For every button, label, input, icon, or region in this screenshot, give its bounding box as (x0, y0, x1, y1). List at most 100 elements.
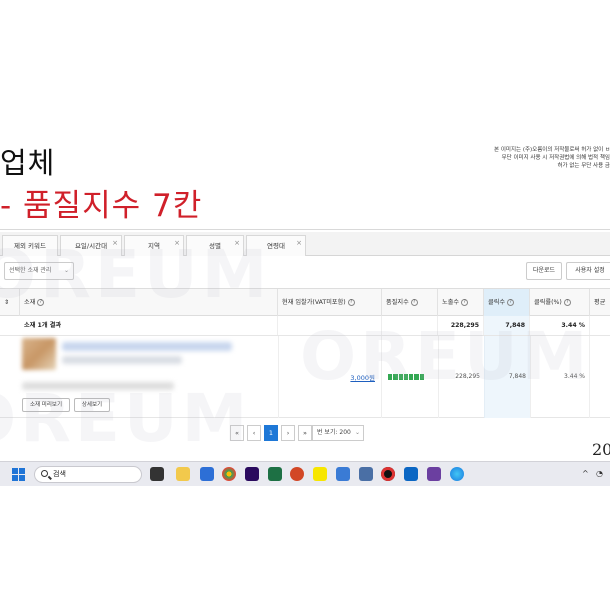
search-icon (41, 470, 48, 477)
taskbar-search-input[interactable]: 검색 (34, 466, 142, 483)
header-label: 클릭률(%) (534, 299, 562, 306)
clicks-cell: 7,848 (484, 336, 530, 418)
column-header-ad[interactable]: 소재 ? (20, 289, 278, 317)
bid-value[interactable]: 3,000원 (350, 372, 375, 382)
bulk-action-select[interactable]: 선택한 소재 관리 ⌄ (4, 262, 74, 280)
table-toolbar: 선택한 소재 관리 ⌄ 다운로드 사용자 설정 (0, 258, 610, 286)
powerpoint-icon[interactable] (290, 467, 304, 481)
bid-cell: 3,000원 (278, 336, 382, 418)
quality-block (409, 374, 414, 380)
sort-icon[interactable]: ⇕ (0, 289, 20, 317)
slide-subtitle: - 품질지수 7칸 (0, 188, 203, 224)
column-header-bid[interactable]: 현재 입찰가(VAT미포함) ? (278, 289, 382, 317)
edge-icon[interactable] (450, 467, 464, 481)
chrome-icon[interactable] (222, 467, 236, 481)
tab-bar: 제외 키워드 요일/시간대 × 지역 × 성별 × 연령대 × (0, 232, 610, 256)
help-icon[interactable]: ? (37, 298, 45, 306)
store-icon[interactable] (200, 467, 214, 481)
close-icon[interactable]: × (296, 233, 302, 253)
column-header-clicks[interactable]: 클릭수 ? (484, 289, 530, 317)
premiere-icon[interactable] (245, 467, 259, 481)
help-icon[interactable]: ? (461, 298, 469, 306)
column-header-ctr[interactable]: 클릭률(%) ? (530, 289, 590, 317)
tab-day-time[interactable]: 요일/시간대 × (60, 235, 122, 256)
header-label: 평균 (594, 299, 606, 306)
chevron-up-icon[interactable]: ^ (582, 469, 589, 478)
help-icon[interactable]: ? (347, 298, 355, 306)
quality-block (419, 374, 424, 380)
select-placeholder: 선택한 소재 관리 (9, 267, 52, 274)
current-page-button[interactable]: 1 (264, 425, 278, 441)
preview-ad-button[interactable]: 소재 미리보기 (22, 398, 70, 412)
tab-label: 요일/시간대 (74, 242, 108, 250)
column-header-impressions[interactable]: 노출수 ? (438, 289, 484, 317)
close-icon[interactable]: × (112, 233, 118, 253)
column-header-avg[interactable]: 평균 (590, 289, 610, 317)
table-row: 소재 미리보기 상세보기 3,000원 228,295 7,848 3.44 % (0, 336, 610, 418)
prev-page-button[interactable]: ‹ (247, 425, 261, 441)
ad-manager-screenshot: 제외 키워드 요일/시간대 × 지역 × 성별 × 연령대 × 선택한 소재 관… (0, 229, 610, 467)
file-explorer-icon[interactable] (176, 467, 190, 481)
tab-region[interactable]: 지역 × (124, 235, 184, 256)
app-icon[interactable] (336, 467, 350, 481)
column-header-quality[interactable]: 품질지수 ? (382, 289, 438, 317)
tab-age[interactable]: 연령대 × (246, 235, 306, 256)
tab-label: 성별 (209, 242, 221, 250)
header-label: 품질지수 (386, 299, 409, 306)
tab-label: 연령대 (267, 242, 285, 250)
copyright-line: 무단 이미지 사용 시 저작권법에 의해 법적 책임 (501, 155, 610, 161)
summary-clicks: 7,848 (484, 316, 530, 335)
tab-gender[interactable]: 성별 × (186, 235, 244, 256)
ctr-cell: 3.44 % (530, 336, 590, 418)
windows-taskbar: 검색 ^ ◔ (0, 461, 610, 486)
summary-ctr: 3.44 % (530, 316, 590, 335)
summary-quality-cell (382, 316, 438, 335)
per-page-select[interactable]: 번 보기: 200 ⌄ (312, 425, 364, 441)
first-page-button[interactable]: « (230, 425, 244, 441)
summary-impressions: 228,295 (438, 316, 484, 335)
user-settings-button[interactable]: 사용자 설정 (566, 262, 610, 280)
slide-title: 업체 (0, 146, 56, 180)
tab-negative-keywords[interactable]: 제외 키워드 (2, 235, 58, 256)
windows-start-icon[interactable] (12, 468, 25, 481)
help-icon[interactable]: ? (410, 298, 418, 306)
summary-row: 소재 1개 결과 228,295 7,848 3.44 % (0, 316, 610, 336)
kakaotalk-icon[interactable] (313, 467, 327, 481)
help-icon[interactable]: ? (563, 298, 571, 306)
word-icon[interactable] (404, 467, 418, 481)
presentation-slide: 업체 - 품질지수 7칸 본 이미지는 (주)오름이의 저작물로써 허가 없이 … (0, 0, 610, 610)
quality-block (403, 374, 409, 380)
recorder-icon[interactable] (381, 467, 395, 481)
tab-label: 지역 (148, 242, 160, 250)
ad-title-blurred (62, 342, 232, 351)
help-icon[interactable]: ? (507, 298, 515, 306)
quality-block (414, 374, 419, 380)
download-button[interactable]: 다운로드 (526, 262, 562, 280)
summary-label: 소재 1개 결과 (20, 316, 278, 335)
task-view-icon[interactable] (150, 467, 164, 481)
header-label: 클릭수 (488, 299, 506, 306)
ad-url-blurred (22, 382, 174, 390)
ad-desc-blurred (62, 356, 182, 364)
network-icon[interactable]: ◔ (596, 469, 603, 478)
copyright-line: 본 이미지는 (주)오름이의 저작물로써 허가 없이 ㅂ (494, 147, 610, 153)
app-icon[interactable] (427, 467, 441, 481)
chevron-down-icon: ⌄ (354, 429, 360, 436)
close-icon[interactable]: × (234, 233, 240, 253)
excel-icon[interactable] (268, 467, 282, 481)
quality-block (393, 374, 398, 380)
quality-block (398, 374, 403, 380)
ad-thumbnail (22, 338, 56, 370)
impressions-cell: 228,295 (438, 336, 484, 418)
detail-button[interactable]: 상세보기 (74, 398, 110, 412)
summary-bid-cell (278, 316, 382, 335)
slide-page-number: 20 (592, 440, 610, 459)
close-icon[interactable]: × (174, 233, 180, 253)
quality-index-bar (388, 374, 424, 380)
calculator-icon[interactable] (359, 467, 373, 481)
header-label: 노출수 (442, 299, 460, 306)
search-label: 검색 (53, 470, 66, 478)
last-page-button[interactable]: » (298, 425, 312, 441)
tab-label: 제외 키워드 (14, 242, 46, 250)
next-page-button[interactable]: › (281, 425, 295, 441)
